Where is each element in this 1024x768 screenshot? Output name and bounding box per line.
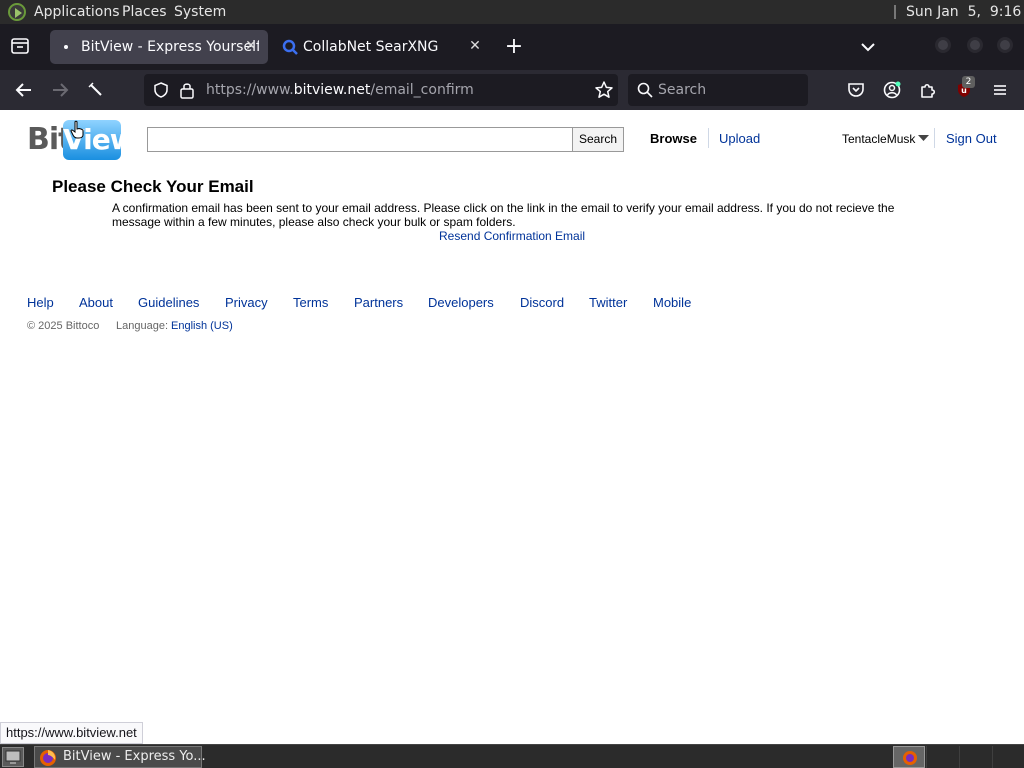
language-selector-link[interactable]: English (US) — [171, 320, 233, 333]
site-search-button[interactable]: Search — [572, 127, 624, 152]
tracking-protection-shield-icon[interactable] — [152, 81, 170, 99]
desktop-icon — [5, 750, 21, 764]
firefox-view-button[interactable] — [8, 35, 32, 59]
firefox-icon — [40, 750, 56, 766]
tab-title: BitView - Express Yourself. — [81, 39, 259, 55]
maximize-window-button[interactable] — [967, 37, 983, 53]
tab-bar: BitView - Express Yourself. ✕ CollabNet … — [0, 24, 1024, 70]
link-status-tooltip: https://www.bitview.net — [0, 722, 143, 744]
tab-bitview[interactable]: BitView - Express Yourself. ✕ — [50, 30, 268, 64]
account-button[interactable] — [880, 78, 904, 102]
firefox-icon — [903, 751, 917, 765]
back-arrow-icon — [15, 83, 31, 97]
footer-link-twitter[interactable]: Twitter — [589, 295, 627, 311]
ublock-origin-button[interactable]: u 2 — [952, 76, 976, 102]
list-all-tabs-button[interactable] — [856, 35, 880, 59]
footer-link-developers[interactable]: Developers — [428, 295, 494, 311]
divider — [708, 128, 709, 148]
panel-separator — [894, 5, 896, 19]
upload-link[interactable]: Upload — [719, 131, 760, 147]
username-menu[interactable]: TentacleMusk — [842, 131, 915, 147]
url-prefix: https://www. — [206, 82, 294, 98]
tab-title: CollabNet SearXNG — [303, 39, 439, 55]
loading-icon — [64, 45, 68, 49]
stop-loading-icon — [88, 82, 102, 96]
url-domain: bitview.net — [293, 82, 371, 98]
footer-link-discord[interactable]: Discord — [520, 295, 564, 311]
search-bar[interactable]: Search — [628, 74, 808, 106]
url-path: /email_confirm — [370, 82, 474, 98]
url-bar[interactable]: https://www.bitview.net/email_confirm — [144, 74, 618, 106]
navigation-toolbar: https://www.bitview.net/email_confirm Se… — [0, 70, 1024, 110]
new-tab-button[interactable]: + — [502, 35, 526, 59]
pocket-icon — [848, 83, 864, 97]
workspace-2-button[interactable] — [926, 746, 958, 768]
divider — [934, 128, 935, 148]
footer-link-about[interactable]: About — [79, 295, 113, 311]
footer-link-terms[interactable]: Terms — [293, 295, 328, 311]
tab-searxng[interactable]: CollabNet SearXNG ✕ — [272, 30, 492, 64]
close-tab-icon[interactable]: ✕ — [242, 36, 260, 56]
desktop-screen: Applications Places System Sun Jan 5, 9:… — [0, 0, 1024, 768]
lock-icon[interactable] — [179, 81, 195, 99]
footer-link-help[interactable]: Help — [27, 295, 54, 311]
site-search-input[interactable] — [147, 127, 573, 152]
hamburger-menu-icon — [994, 85, 1006, 95]
gnome-menu-icon[interactable] — [8, 3, 26, 21]
extensions-button[interactable] — [916, 78, 940, 102]
bottom-panel: BitView - Express Yo... — [0, 744, 1024, 768]
show-desktop-button[interactable] — [2, 747, 24, 767]
stop-button[interactable] — [84, 78, 108, 102]
app-menu-button[interactable] — [988, 78, 1012, 102]
page-title: Please Check Your Email — [52, 177, 254, 196]
close-tab-icon[interactable]: ✕ — [466, 36, 484, 56]
minimize-window-button[interactable] — [935, 37, 951, 53]
workspace-3-button[interactable] — [959, 746, 991, 768]
searxng-favicon-icon — [282, 39, 298, 55]
forward-arrow-icon — [53, 83, 69, 97]
taskbar-window-button[interactable]: BitView - Express Yo... — [34, 746, 206, 768]
search-placeholder: Search — [658, 82, 707, 98]
account-icon — [883, 81, 901, 99]
page-content: Bit View Search Browse Upload TentacleMu… — [0, 110, 1024, 744]
workspace-4-button[interactable] — [992, 746, 1024, 768]
footer-link-partners[interactable]: Partners — [354, 295, 403, 311]
bookmark-star-icon[interactable] — [594, 80, 614, 100]
dropdown-arrow-icon[interactable] — [918, 135, 929, 142]
confirmation-message: A confirmation email has been sent to yo… — [112, 201, 895, 229]
search-icon — [637, 82, 653, 98]
copyright-text: © 2025 Bittoco — [27, 320, 100, 332]
places-menu[interactable]: Places — [122, 4, 167, 20]
taskbar-window-title: BitView - Express Yo... — [63, 749, 206, 764]
firefox-view-icon — [11, 38, 29, 54]
system-menu[interactable]: System — [174, 4, 226, 20]
top-panel: Applications Places System Sun Jan 5, 9:… — [0, 0, 1024, 24]
applications-menu[interactable]: Applications — [34, 4, 120, 20]
url-text[interactable]: https://www.bitview.net/email_confirm — [206, 81, 474, 99]
plus-icon: + — [504, 34, 524, 59]
ublock-badge: 2 — [962, 76, 975, 88]
puzzle-piece-icon — [921, 83, 936, 98]
footer-link-guidelines[interactable]: Guidelines — [138, 295, 199, 311]
mouse-pointer-hand-icon — [70, 120, 84, 139]
footer-link-privacy[interactable]: Privacy — [225, 295, 268, 311]
language-label: Language: — [116, 320, 168, 332]
back-button[interactable] — [12, 78, 36, 102]
clock[interactable]: Sun Jan 5, 9:16 AM — [906, 4, 1024, 20]
footer-link-mobile[interactable]: Mobile — [653, 295, 691, 311]
forward-button[interactable] — [48, 78, 72, 102]
workspace-1-button[interactable] — [893, 746, 925, 768]
pocket-button[interactable] — [844, 78, 868, 102]
chevron-down-icon — [861, 43, 875, 52]
close-window-button[interactable] — [997, 37, 1013, 53]
browse-link[interactable]: Browse — [650, 131, 697, 147]
sign-out-link[interactable]: Sign Out — [946, 131, 997, 147]
resend-confirmation-link[interactable]: Resend Confirmation Email — [439, 229, 585, 243]
